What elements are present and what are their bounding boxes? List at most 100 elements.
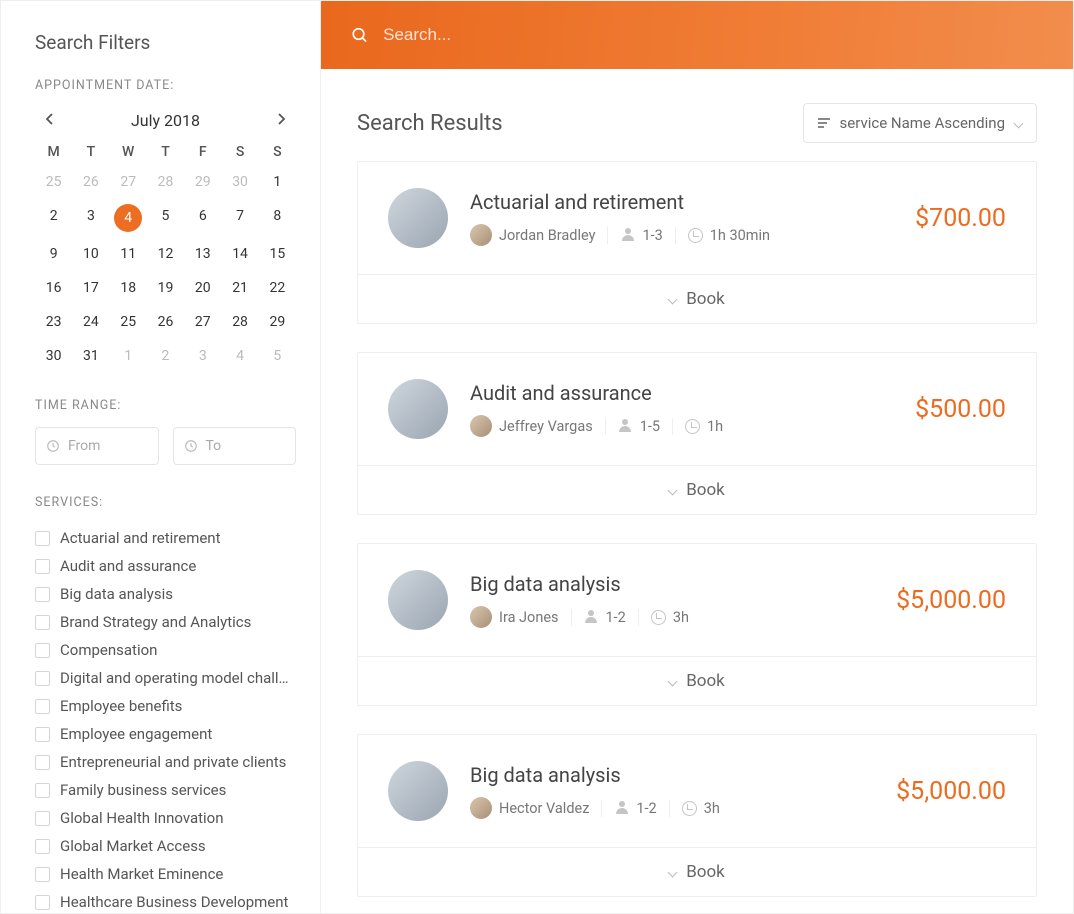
- service-filter-item[interactable]: Healthcare Business Development: [35, 888, 296, 913]
- checkbox[interactable]: [35, 811, 50, 826]
- calendar-day[interactable]: 29: [259, 310, 296, 334]
- service-filter-item[interactable]: Employee engagement: [35, 720, 296, 748]
- calendar-day[interactable]: 20: [184, 276, 221, 300]
- calendar-day[interactable]: 23: [35, 310, 72, 334]
- calendar-day[interactable]: 4: [221, 344, 258, 368]
- calendar-day[interactable]: 9: [35, 242, 72, 266]
- service-filter-item[interactable]: Family business services: [35, 776, 296, 804]
- service-filter-item[interactable]: Employee benefits: [35, 692, 296, 720]
- clock-icon: [685, 419, 700, 434]
- checkbox[interactable]: [35, 867, 50, 882]
- calendar-day[interactable]: 14: [221, 242, 258, 266]
- checkbox[interactable]: [35, 783, 50, 798]
- calendar-day[interactable]: 5: [259, 344, 296, 368]
- appointment-date-label: APPOINTMENT DATE:: [35, 78, 296, 93]
- provider-avatar: [470, 224, 492, 246]
- calendar-day[interactable]: 30: [35, 344, 72, 368]
- service-filter-item[interactable]: Global Health Innovation: [35, 804, 296, 832]
- calendar-day[interactable]: 12: [147, 242, 184, 266]
- service-filter-item[interactable]: Health Market Eminence: [35, 860, 296, 888]
- book-button[interactable]: Book: [358, 465, 1036, 514]
- book-label: Book: [686, 480, 725, 500]
- service-filter-item[interactable]: Audit and assurance: [35, 552, 296, 580]
- service-filter-item[interactable]: Compensation: [35, 636, 296, 664]
- calendar-day[interactable]: 1: [110, 344, 147, 368]
- checkbox[interactable]: [35, 755, 50, 770]
- calendar-day[interactable]: 26: [72, 170, 109, 194]
- service-filter-label: Big data analysis: [60, 585, 173, 603]
- clock-icon: [682, 801, 697, 816]
- checkbox[interactable]: [35, 839, 50, 854]
- calendar-day[interactable]: 27: [184, 310, 221, 334]
- calendar-day[interactable]: 4: [114, 204, 142, 232]
- result-card: Actuarial and retirementJordan Bradley1-…: [357, 161, 1037, 324]
- result-card: Audit and assuranceJeffrey Vargas1-51h$5…: [357, 352, 1037, 515]
- calendar-day[interactable]: 3: [72, 204, 109, 232]
- time-from-input[interactable]: From: [35, 427, 159, 465]
- service-filter-item[interactable]: Big data analysis: [35, 580, 296, 608]
- service-filter-label: Global Health Innovation: [60, 809, 224, 827]
- calendar-day[interactable]: 19: [147, 276, 184, 300]
- calendar-next-button[interactable]: [270, 107, 292, 134]
- book-button[interactable]: Book: [358, 274, 1036, 323]
- calendar-day[interactable]: 22: [259, 276, 296, 300]
- sidebar-title: Search Filters: [35, 31, 296, 54]
- calendar-day[interactable]: 25: [110, 310, 147, 334]
- service-filter-item[interactable]: Entrepreneurial and private clients: [35, 748, 296, 776]
- service-filter-label: Audit and assurance: [60, 557, 196, 575]
- service-filter-item[interactable]: Digital and operating model challen…: [35, 664, 296, 692]
- service-filter-item[interactable]: Global Market Access: [35, 832, 296, 860]
- calendar-day[interactable]: 13: [184, 242, 221, 266]
- calendar-day[interactable]: 28: [147, 170, 184, 194]
- calendar-day[interactable]: 6: [184, 204, 221, 232]
- calendar-day[interactable]: 30: [221, 170, 258, 194]
- calendar-day[interactable]: 27: [110, 170, 147, 194]
- calendar-day[interactable]: 29: [184, 170, 221, 194]
- calendar: July 2018 MTWTFSS25262728293012345678910…: [35, 107, 296, 368]
- book-button[interactable]: Book: [358, 656, 1036, 705]
- duration: 3h: [673, 609, 689, 626]
- service-filter-label: Global Market Access: [60, 837, 206, 855]
- calendar-day[interactable]: 7: [221, 204, 258, 232]
- calendar-day[interactable]: 8: [259, 204, 296, 232]
- chevron-down-icon: [668, 485, 678, 495]
- calendar-day[interactable]: 11: [110, 242, 147, 266]
- provider-name: Jeffrey Vargas: [499, 418, 593, 435]
- checkbox[interactable]: [35, 531, 50, 546]
- checkbox[interactable]: [35, 615, 50, 630]
- sort-dropdown[interactable]: service Name Ascending: [803, 103, 1037, 143]
- calendar-day[interactable]: 28: [221, 310, 258, 334]
- calendar-day[interactable]: 31: [72, 344, 109, 368]
- calendar-day[interactable]: 17: [72, 276, 109, 300]
- service-image: [388, 379, 448, 439]
- calendar-day[interactable]: 16: [35, 276, 72, 300]
- calendar-dow: M: [35, 144, 72, 160]
- calendar-prev-button[interactable]: [39, 107, 61, 134]
- calendar-day[interactable]: 21: [221, 276, 258, 300]
- calendar-grid: MTWTFSS252627282930123456789101112131415…: [35, 144, 296, 368]
- checkbox[interactable]: [35, 643, 50, 658]
- checkbox[interactable]: [35, 559, 50, 574]
- calendar-day[interactable]: 1: [259, 170, 296, 194]
- time-to-input[interactable]: To: [173, 427, 297, 465]
- checkbox[interactable]: [35, 587, 50, 602]
- checkbox[interactable]: [35, 671, 50, 686]
- calendar-day[interactable]: 26: [147, 310, 184, 334]
- price: $700.00: [915, 204, 1006, 233]
- book-button[interactable]: Book: [358, 847, 1036, 896]
- calendar-day[interactable]: 24: [72, 310, 109, 334]
- calendar-day[interactable]: 15: [259, 242, 296, 266]
- checkbox[interactable]: [35, 699, 50, 714]
- checkbox[interactable]: [35, 727, 50, 742]
- calendar-day[interactable]: 18: [110, 276, 147, 300]
- calendar-day[interactable]: 2: [35, 204, 72, 232]
- calendar-day[interactable]: 5: [147, 204, 184, 232]
- calendar-day[interactable]: 25: [35, 170, 72, 194]
- calendar-day[interactable]: 10: [72, 242, 109, 266]
- calendar-day[interactable]: 2: [147, 344, 184, 368]
- calendar-day[interactable]: 3: [184, 344, 221, 368]
- service-filter-item[interactable]: Brand Strategy and Analytics: [35, 608, 296, 636]
- checkbox[interactable]: [35, 895, 50, 910]
- search-input[interactable]: [383, 25, 1043, 45]
- service-filter-item[interactable]: Actuarial and retirement: [35, 524, 296, 552]
